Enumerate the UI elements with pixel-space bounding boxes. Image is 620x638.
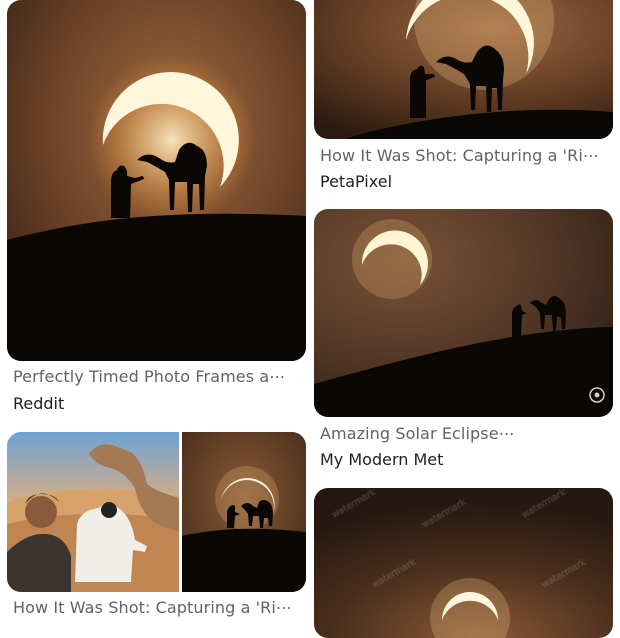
eclipse-photo-1	[7, 0, 306, 361]
result-2-source[interactable]: PetaPixel	[320, 172, 392, 191]
result-card-3-image[interactable]	[314, 209, 613, 417]
result-2-title[interactable]: How It Was Shot: Capturing a 'Ri⋯	[320, 146, 599, 165]
result-3-source[interactable]: My Modern Met	[320, 450, 443, 469]
result-card-5-image[interactable]: watermark watermark watermark watermark …	[314, 488, 613, 638]
result-card-2-image[interactable]	[314, 0, 613, 139]
eclipse-photo-5: watermark watermark watermark watermark …	[314, 488, 613, 638]
result-4-title[interactable]: How It Was Shot: Capturing a 'Ri⋯	[13, 598, 292, 617]
collage-photo-4	[7, 432, 306, 592]
eclipse-photo-3	[314, 209, 613, 417]
result-1-source[interactable]: Reddit	[13, 394, 64, 413]
result-card-1-image[interactable]	[7, 0, 306, 361]
result-1-title[interactable]: Perfectly Timed Photo Frames a⋯	[13, 367, 285, 386]
result-3-title[interactable]: Amazing Solar Eclipse⋯	[320, 424, 515, 443]
result-card-4-image[interactable]	[7, 432, 306, 592]
eclipse-photo-2	[314, 0, 613, 139]
